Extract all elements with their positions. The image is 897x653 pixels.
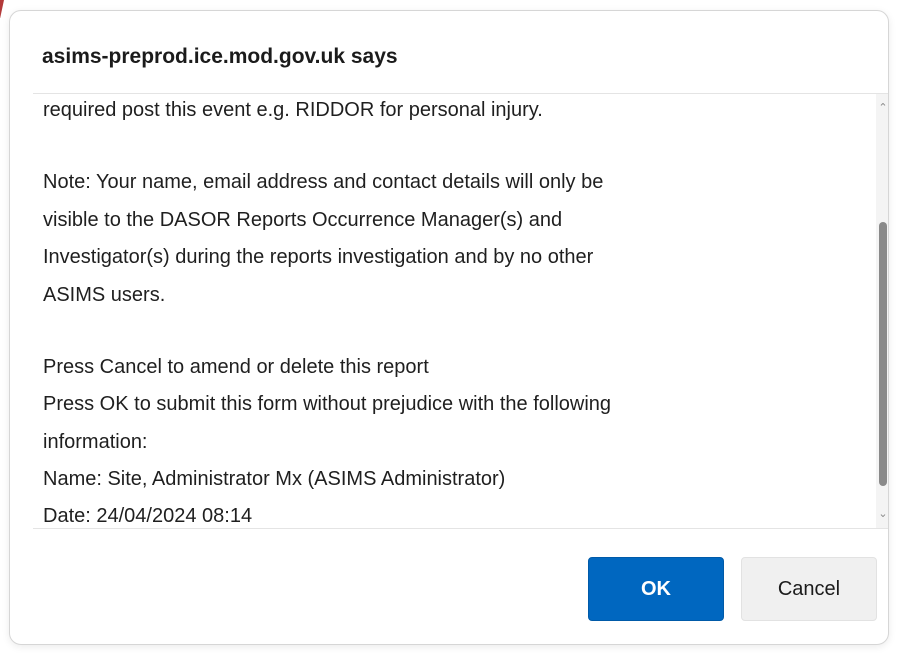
message-line: Note: Your name, email address and conta… (43, 171, 604, 193)
ok-button[interactable]: OK (588, 557, 724, 621)
message-line: Name: Site, Administrator Mx (ASIMS Admi… (43, 468, 506, 490)
scrollbar-thumb[interactable] (879, 222, 887, 486)
corner-mark (0, 0, 5, 18)
message-line: ASIMS users. (43, 284, 166, 306)
message-line: Date: 24/04/2024 08:14 (43, 505, 253, 527)
message-scrollbar[interactable]: ⌃ ⌄ (876, 94, 888, 528)
chevron-down-icon[interactable]: ⌄ (876, 506, 888, 522)
browser-page: asims-preprod.ice.mod.gov.uk says requir… (0, 0, 897, 653)
message-line: required post this event e.g. RIDDOR for… (43, 99, 543, 121)
dialog-message: required post this event e.g. RIDDOR for… (33, 94, 877, 528)
dialog-title: asims-preprod.ice.mod.gov.uk says (42, 45, 398, 68)
message-line: Press Cancel to amend or delete this rep… (43, 356, 429, 378)
footer-divider (33, 528, 888, 529)
message-line: information: (43, 431, 148, 453)
message-line: Press OK to submit this form without pre… (43, 393, 612, 415)
cancel-button[interactable]: Cancel (741, 557, 877, 621)
message-line: visible to the DASOR Reports Occurrence … (43, 209, 563, 231)
alert-dialog: asims-preprod.ice.mod.gov.uk says requir… (9, 10, 889, 645)
message-line: Investigator(s) during the reports inves… (43, 246, 594, 268)
chevron-up-icon[interactable]: ⌃ (876, 100, 888, 116)
